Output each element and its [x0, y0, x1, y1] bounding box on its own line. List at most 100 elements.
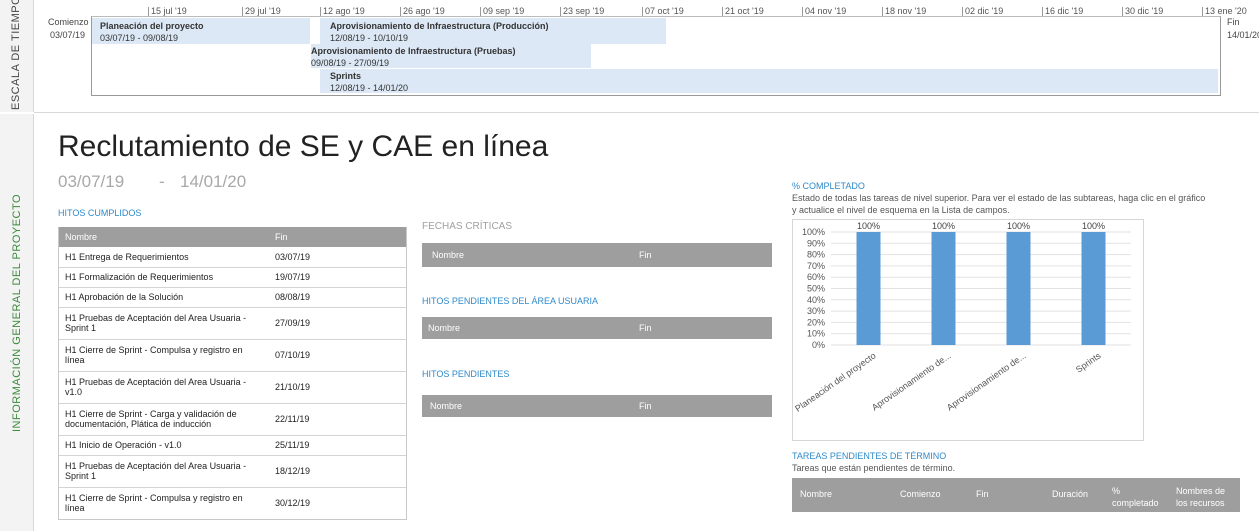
table-row[interactable]: H1 Cierre de Sprint - Compulsa y registr… [59, 339, 406, 372]
chart-y-tick-label: 10% [807, 329, 825, 339]
chart-bar [856, 232, 881, 345]
pending-user-area-title: HITOS PENDIENTES DEL ÁREA USUARIA [422, 296, 599, 306]
milestone-name: H1 Pruebas de Aceptación del Area Usuari… [59, 371, 269, 404]
milestone-end: 18/12/19 [269, 455, 406, 488]
timeline[interactable]: Comienzo 03/07/19 Fin 14/01/20 15 jul '1… [34, 0, 1259, 112]
section-divider [34, 112, 1259, 113]
milestone-name: H1 Pruebas de Aceptación del Area Usuari… [59, 307, 269, 340]
timeline-tick: 15 jul '19 [148, 7, 187, 16]
pending-tasks-subtitle: Tareas que están pendientes de término. [792, 463, 956, 473]
timeline-bar-title: Planeación del proyecto [100, 21, 204, 31]
milestone-end: 19/07/19 [269, 267, 406, 288]
percent-complete-chart-svg: 100%90%80%70%60%50%40%30%20%10%0%100%Pla… [793, 221, 1131, 414]
timeline-bar-title: Sprints [330, 71, 362, 81]
milestone-end: 22/11/19 [269, 403, 406, 436]
col-end: Fin [639, 250, 652, 260]
table-row[interactable]: H1 Cierre de Sprint - Compulsa y registr… [59, 487, 406, 519]
col-duration: Duración [1052, 489, 1089, 499]
milestones-done-table-wrap: Nombre Fin H1 Entrega de Requerimientos 0… [58, 227, 407, 520]
chart-y-tick-label: 70% [807, 261, 825, 271]
pending-user-area-header[interactable]: Nombre Fin [422, 317, 772, 339]
chart-x-tick-label: Sprints [1074, 350, 1103, 375]
table-row[interactable]: H1 Pruebas de Aceptación del Area Usuari… [59, 455, 406, 488]
chart-y-tick-label: 60% [807, 272, 825, 282]
percent-complete-description: Estado de todas las tareas de nivel supe… [792, 193, 1206, 215]
chart-x-tick-label: Aprovisionamiento de... [870, 350, 953, 412]
timeline-tick: 26 ago '19 [400, 7, 445, 16]
timeline-sidebar: ESCALA DE TIEMPO [0, 0, 34, 112]
critical-dates-header[interactable]: Nombre Fin [422, 243, 772, 267]
chart-bar [931, 232, 956, 345]
percent-complete-title: % COMPLETADO [792, 181, 865, 191]
col-name: Nombre [432, 250, 465, 260]
col-name: Nombre [430, 401, 463, 411]
chart-data-label: 100% [857, 221, 880, 231]
col-name[interactable]: Nombre [59, 227, 269, 247]
milestone-name: H1 Cierre de Sprint - Compulsa y registr… [65, 493, 243, 514]
timeline-tick: 16 dic '19 [1042, 7, 1083, 16]
report-title: Reclutamiento de SE y CAE en línea [58, 130, 549, 163]
overview-sidebar: INFORMACIÓN GENERAL DEL PROYECTO [0, 114, 34, 531]
table-row[interactable]: H1 Cierre de Sprint - Carga y validación… [59, 403, 406, 436]
milestone-end: 27/09/19 [269, 307, 406, 340]
milestone-name: H1 Formalización de Requerimientos [59, 267, 269, 288]
col-start: Comienzo [900, 489, 941, 499]
milestones-done-title: HITOS CUMPLIDOS [58, 208, 142, 218]
report-start-date: 03/07/19 [58, 172, 125, 191]
timeline-bar-infra-testing[interactable]: Aprovisionamiento de Infraestructura (Pr… [311, 44, 591, 68]
col-resource-names: Nombres de los recursos [1176, 486, 1226, 508]
timeline-tick: 13 ene '20 [1202, 7, 1247, 16]
chart-y-tick-label: 90% [807, 238, 825, 248]
percent-complete-chart[interactable]: 100% 90% 80% 70% 60% 50% 40% 30% 20% 10% 0% 100% Pla… [792, 219, 1144, 441]
timeline-bar-planning[interactable]: Planeación del proyecto 03/07/19 - 09/08… [92, 18, 310, 44]
milestone-name: H1 Cierre de Sprint - Compulsa y registr… [59, 339, 269, 372]
timeline-tick: 18 nov '19 [882, 7, 926, 16]
timeline-tick: 23 sep '19 [560, 7, 604, 16]
timeline-bar-infra-production[interactable]: Aprovisionamiento de Infraestructura (Pr… [320, 18, 666, 44]
timeline-tick: 21 oct '19 [722, 7, 764, 16]
timeline-bar-sprints[interactable]: Sprints 12/08/19 - 14/01/20 [320, 69, 1218, 93]
timeline-bar-dates: 03/07/19 - 09/08/19 [100, 33, 179, 43]
chart-y-tick-label: 40% [807, 295, 825, 305]
timeline-bar-dates: 12/08/19 - 10/10/19 [330, 33, 409, 43]
table-row[interactable]: H1 Pruebas de Aceptación del Area Usuari… [59, 371, 406, 404]
col-end[interactable]: Fin [269, 227, 406, 247]
table-row[interactable]: H1 Inicio de Operación - v1.0 25/11/19 [59, 435, 406, 456]
chart-y-tick-label: 80% [807, 250, 825, 260]
col-name: Nombre [428, 323, 461, 333]
chart-x-tick-label: Aprovisionamiento de... [945, 350, 1028, 412]
timeline-start-date: 03/07/19 [50, 30, 86, 40]
milestone-name: H1 Aprobación de la Solución [59, 287, 269, 308]
milestone-end: 08/08/19 [269, 287, 406, 308]
table-row[interactable]: H1 Formalización de Requerimientos 19/07/… [59, 267, 406, 288]
milestone-end: 07/10/19 [269, 339, 406, 372]
pending-tasks-header[interactable]: Nombre Comienzo Fin Duración % completad… [792, 478, 1240, 512]
timeline-tick: 29 jul '19 [242, 7, 281, 16]
chart-x-tick-label: Planeación del proyecto [793, 350, 877, 413]
milestone-end: 03/07/19 [269, 247, 406, 268]
col-percent-complete: % completado [1112, 486, 1159, 508]
milestone-end: 25/11/19 [269, 435, 406, 456]
chart-y-tick-label: 100% [802, 227, 825, 237]
report-date-separator: - [159, 172, 165, 191]
table-row[interactable]: H1 Aprobación de la Solución 08/08/19 [59, 287, 406, 308]
table-row[interactable]: H1 Pruebas de Aceptación del Area Usuari… [59, 307, 406, 340]
timeline-tick: 12 ago '19 [320, 7, 365, 16]
pending-header[interactable]: Nombre Fin [422, 395, 772, 417]
timeline-tick: 02 dic '19 [962, 7, 1003, 16]
timeline-sidebar-label: ESCALA DE TIEMPO [10, 0, 22, 110]
chart-data-label: 100% [1082, 221, 1105, 231]
timeline-bar-dates: 09/08/19 - 27/09/19 [311, 58, 390, 68]
report-end-date: 14/01/20 [180, 172, 247, 191]
chart-y-tick-label: 20% [807, 317, 825, 327]
chart-y-tick-label: 50% [807, 284, 825, 294]
milestones-done-table: Nombre Fin H1 Entrega de Requerimientos 0… [59, 227, 406, 519]
milestone-name: H1 Entrega de Requerimientos [59, 247, 269, 268]
timeline-bar-dates: 12/08/19 - 14/01/20 [330, 83, 409, 93]
timeline-end-label: Fin [1227, 17, 1240, 27]
critical-dates-title: FECHAS CRÍTICAS [422, 221, 513, 232]
timeline-tick: 09 sep '19 [480, 7, 524, 16]
chart-data-label: 100% [932, 221, 955, 231]
table-row[interactable]: H1 Entrega de Requerimientos 03/07/19 [59, 247, 406, 268]
chart-bar [1081, 232, 1106, 345]
